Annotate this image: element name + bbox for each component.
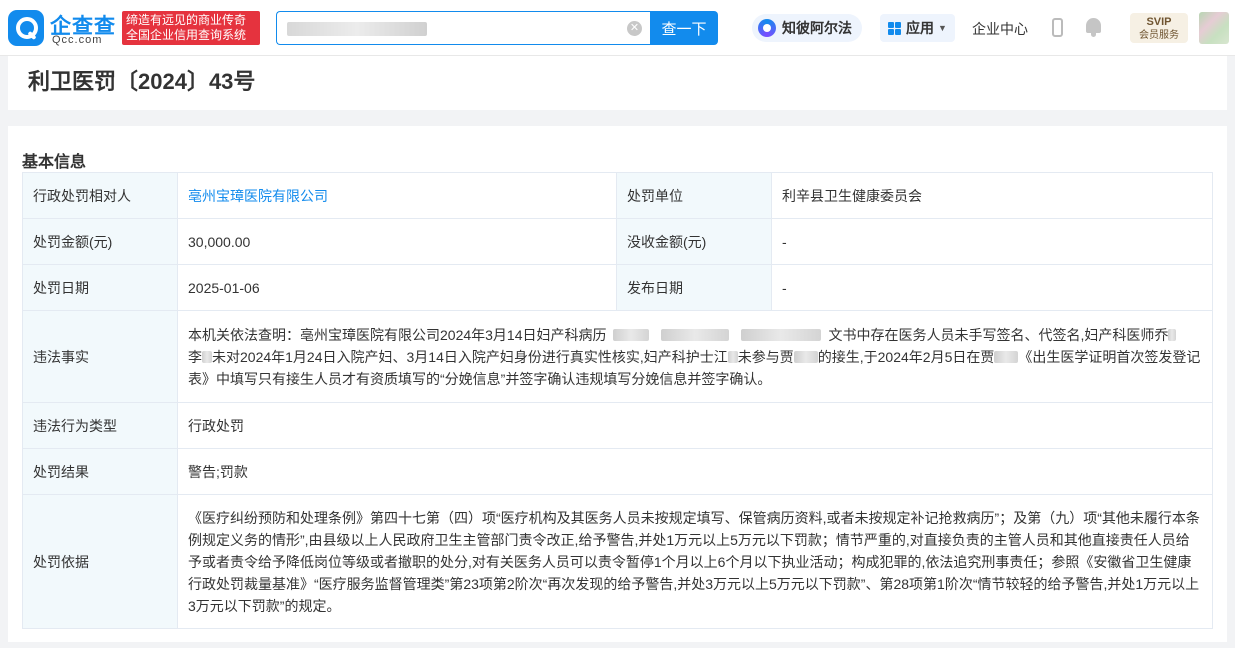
redacted-text (202, 350, 212, 363)
table-row: 处罚依据 《医疗纠纷预防和处理条例》第四十七第（四）项“医疗机构及其医务人员未按… (22, 494, 1213, 629)
basic-info-card: 基本信息 行政处罚相对人 亳州宝璋医院有限公司 处罚单位 利辛县卫生健康委员会 … (8, 126, 1227, 642)
facts-text: 李 (188, 348, 202, 365)
facts-label: 违法事实 (22, 310, 178, 403)
facts-text: 文书中存在医务人员未手写签名、代签名,妇产科医师乔 (828, 326, 1169, 343)
table-row: 处罚结果 警告;罚款 (22, 448, 1213, 495)
unit-label: 处罚单位 (616, 172, 772, 219)
type-label: 违法行为类型 (22, 402, 178, 449)
top-header: 企查查 Qcc.com 缔造有远见的商业传奇 全国企业信用查询系统 ✕ 查一下 … (0, 0, 1235, 56)
publish-label: 发布日期 (616, 264, 772, 311)
amount-label: 处罚金额(元) (22, 218, 178, 265)
svip-service-label: 会员服务 (1139, 30, 1179, 41)
basis-value: 《医疗纠纷预防和处理条例》第四十七第（四）项“医疗机构及其医务人员未按规定填写、… (177, 494, 1213, 629)
svip-member-button[interactable]: SVIP 会员服务 (1130, 13, 1188, 43)
enterprise-center-link[interactable]: 企业中心 (972, 19, 1028, 39)
title-card: 利卫医罚〔2024〕43号 (8, 56, 1227, 110)
app-menu-button[interactable]: 应用 ▼ (880, 14, 955, 42)
chevron-down-icon: ▼ (938, 23, 947, 33)
party-company-link[interactable]: 亳州宝璋医院有限公司 (188, 188, 328, 204)
date-label: 处罚日期 (22, 264, 178, 311)
redacted-text (1168, 328, 1177, 341)
page-title: 利卫医罚〔2024〕43号 (28, 69, 256, 94)
party-label: 行政处罚相对人 (22, 172, 178, 219)
apps-grid-icon (888, 21, 901, 35)
search-button[interactable]: 查一下 (650, 11, 718, 45)
table-row: 处罚金额(元) 30,000.00 没收金额(元) - (22, 218, 1213, 265)
magnifier-logo-icon (8, 10, 44, 46)
redacted-text (612, 328, 649, 341)
notification-bell-icon[interactable] (1085, 18, 1102, 37)
qcc-logo[interactable]: 企查查 Qcc.com (8, 8, 120, 48)
redacted-text (740, 328, 821, 341)
facts-value: 本机关依法查明：亳州宝璋医院有限公司2024年3月14日妇产科病历 文书中存在医务… (177, 310, 1213, 403)
facts-text: 的接生,于2024年2月5日在贾 (817, 348, 995, 365)
table-row: 处罚日期 2025-01-06 发布日期 - (22, 264, 1213, 311)
basis-label: 处罚依据 (22, 494, 178, 629)
table-row: 违法行为类型 行政处罚 (22, 402, 1213, 449)
search-box: ✕ (276, 11, 650, 45)
amount-value: 30,000.00 (177, 218, 617, 265)
confiscated-value: - (771, 218, 1213, 265)
slogan-line-1: 缔造有远见的商业传奇 (126, 13, 247, 27)
basic-info-table: 行政处罚相对人 亳州宝璋医院有限公司 处罚单位 利辛县卫生健康委员会 处罚金额(… (22, 172, 1213, 629)
clear-search-icon[interactable]: ✕ (627, 21, 642, 36)
redacted-text (727, 350, 738, 363)
search-input[interactable] (285, 16, 625, 40)
slogan-banner: 缔造有远见的商业传奇 全国企业信用查询系统 (122, 11, 260, 45)
section-title: 基本信息 (22, 154, 87, 171)
logo-domain: Qcc.com (52, 34, 103, 46)
zhibi-alpha-button[interactable]: 知彼阿尔法 (752, 14, 862, 42)
redacted-text (793, 350, 818, 363)
app-menu-label: 应用 (906, 20, 934, 36)
confiscated-label: 没收金额(元) (616, 218, 772, 265)
mobile-phone-icon[interactable] (1052, 18, 1063, 37)
result-value: 警告;罚款 (177, 448, 1213, 495)
alpha-logo-icon (758, 19, 776, 37)
table-row: 行政处罚相对人 亳州宝璋医院有限公司 处罚单位 利辛县卫生健康委员会 (22, 172, 1213, 219)
user-avatar[interactable] (1199, 12, 1229, 44)
publish-value: - (771, 264, 1213, 311)
facts-text: 未对2024年1月24日入院产妇、3月14日入院产妇身份进行真实性核实,妇产科护… (212, 348, 728, 365)
redacted-text (660, 328, 729, 341)
zhibi-alpha-label: 知彼阿尔法 (782, 20, 852, 36)
facts-text: 本机关依法查明：亳州宝璋医院有限公司2024年3月14日妇产科病历 (188, 326, 607, 343)
result-label: 处罚结果 (22, 448, 178, 495)
slogan-line-2: 全国企业信用查询系统 (126, 28, 247, 42)
date-value: 2025-01-06 (177, 264, 617, 311)
type-value: 行政处罚 (177, 402, 1213, 449)
facts-text: 未参与贾 (737, 348, 794, 365)
svip-badge: SVIP (1146, 16, 1172, 28)
table-row: 违法事实 本机关依法查明：亳州宝璋医院有限公司2024年3月14日妇产科病历 文书… (22, 310, 1213, 403)
party-cell: 亳州宝璋医院有限公司 (177, 172, 617, 219)
redacted-text (994, 350, 1019, 363)
unit-value: 利辛县卫生健康委员会 (771, 172, 1213, 219)
